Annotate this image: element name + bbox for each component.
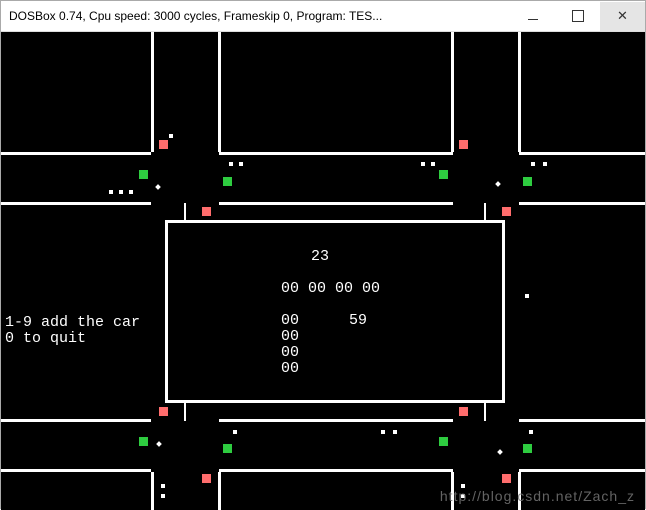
traffic-light-green [523,177,532,186]
road-line [165,220,505,223]
car [156,441,162,447]
titlebar[interactable]: DOSBox 0.74, Cpu speed: 3000 cycles, Fra… [1,1,645,32]
help-text-line1: 1-9 add the car [5,314,140,331]
counter-col4: 00 [281,360,299,377]
road-line [519,419,645,422]
road-line [165,400,505,403]
traffic-light-red [459,140,468,149]
window-title: DOSBox 0.74, Cpu speed: 3000 cycles, Fra… [1,9,510,23]
road-line [502,220,505,403]
counter-right: 59 [349,312,367,329]
car [529,430,533,434]
traffic-light-green [439,170,448,179]
counter-row: 00 00 00 00 [281,280,380,297]
road-line [151,472,154,510]
maximize-button[interactable] [555,2,600,31]
car [161,484,165,488]
car [525,294,529,298]
road-line [218,472,221,510]
road-line [219,419,453,422]
traffic-light-green [223,444,232,453]
road-line [484,203,486,222]
minimize-button[interactable] [510,2,555,31]
road-line [519,202,645,205]
car [495,181,501,187]
car [161,494,165,498]
car [155,184,161,190]
car [393,430,397,434]
car [129,190,133,194]
road-line [184,401,186,421]
car [543,162,547,166]
counter-col2: 00 [281,328,299,345]
traffic-light-green [223,177,232,186]
traffic-light-green [439,437,448,446]
car [497,449,503,455]
traffic-light-red [159,140,168,149]
road-line [218,32,221,152]
traffic-light-red [159,407,168,416]
traffic-light-red [202,207,211,216]
counter-col1: 00 [281,312,299,329]
road-line [219,152,453,155]
road-line [518,32,521,152]
traffic-light-green [139,437,148,446]
road-line [219,469,453,472]
watermark: http://blog.csdn.net/Zach_z [440,488,635,504]
car [421,162,425,166]
car [431,162,435,166]
road-line [1,202,151,205]
counter-top: 23 [311,248,329,265]
counter-col3: 00 [281,344,299,361]
traffic-light-red [202,474,211,483]
road-line [219,202,453,205]
road-line [151,32,154,152]
road-line [451,32,454,152]
road-line [519,152,645,155]
close-button[interactable] [600,2,645,31]
emulator-canvas: 1-9 add the car 0 to quit 23 00 00 00 00… [1,32,645,510]
road-line [1,469,151,472]
car [109,190,113,194]
car [531,162,535,166]
car [229,162,233,166]
car [381,430,385,434]
road-line [1,419,151,422]
road-line [484,401,486,421]
dosbox-window: DOSBox 0.74, Cpu speed: 3000 cycles, Fra… [0,0,646,509]
road-line [165,220,168,403]
traffic-light-red [459,407,468,416]
car [119,190,123,194]
car [233,430,237,434]
traffic-light-red [502,207,511,216]
road-line [1,152,151,155]
traffic-light-red [502,474,511,483]
road-line [184,203,186,222]
car [169,134,173,138]
road-line [519,469,645,472]
traffic-light-green [523,444,532,453]
help-text-line2: 0 to quit [5,330,86,347]
traffic-light-green [139,170,148,179]
car [239,162,243,166]
